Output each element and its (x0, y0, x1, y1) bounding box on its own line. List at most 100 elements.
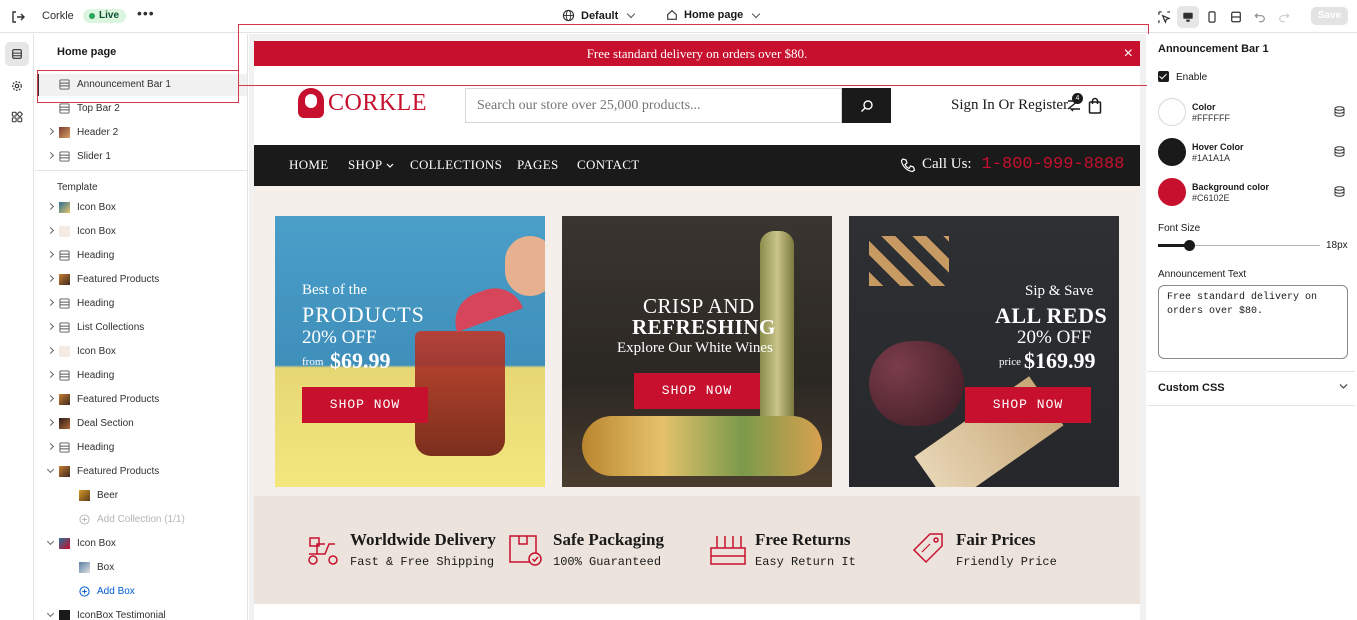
add-box-button[interactable]: Add Box (35, 581, 247, 603)
store-search-button[interactable] (842, 88, 891, 123)
close-icon[interactable]: × (1124, 41, 1133, 66)
chevron-right-icon[interactable] (46, 151, 55, 160)
enable-label: Enable (1176, 72, 1208, 83)
chevron-right-icon[interactable] (46, 127, 55, 136)
chevron-down-icon[interactable] (46, 465, 55, 474)
template-section[interactable]: List Collections (35, 317, 247, 339)
template-section[interactable]: Heading (35, 293, 247, 315)
chevron-right-icon[interactable] (46, 394, 55, 403)
template-section[interactable]: Heading (35, 245, 247, 267)
color-swatch[interactable] (1158, 98, 1186, 126)
chevron-right-icon[interactable] (46, 274, 55, 283)
template-section[interactable]: Icon Box (35, 341, 247, 363)
promo-banner-2[interactable]: CRISP AND REFRESHING Explore Our White W… (562, 216, 832, 487)
promo-banner-3[interactable]: Sip & Save ALL REDS 20% OFF price $169.9… (849, 216, 1119, 487)
chevron-right-icon[interactable] (46, 346, 55, 355)
store-name: Corkle (42, 10, 74, 22)
shop-now-button[interactable]: SHOP NOW (634, 373, 760, 409)
database-icon[interactable] (1334, 106, 1345, 117)
gear-icon (12, 81, 22, 91)
cart-bag-icon[interactable] (1088, 97, 1102, 114)
fullwidth-view-button[interactable] (1225, 6, 1247, 28)
nav-contact[interactable]: CONTACT (577, 157, 639, 173)
store-search-input[interactable] (466, 89, 842, 122)
iconbox-thumb-icon (59, 538, 70, 549)
template-section[interactable]: Featured Products (35, 269, 247, 291)
template-section[interactable]: Featured Products (35, 389, 247, 411)
page-selector[interactable]: Home page (666, 9, 761, 21)
nav-home[interactable]: HOME (289, 157, 328, 173)
template-section[interactable]: Icon Box (35, 197, 247, 219)
sections-tab[interactable] (5, 42, 29, 66)
redo-button[interactable] (1273, 6, 1295, 28)
call-us[interactable]: Call Us: 1-800-999-8888 (900, 155, 1124, 174)
template-section[interactable]: Heading (35, 437, 247, 459)
section-icon (59, 103, 70, 114)
section-announcement-bar[interactable]: Announcement Bar 1 (35, 74, 247, 96)
template-section[interactable]: Icon Box (35, 221, 247, 243)
font-size-slider[interactable] (1158, 240, 1320, 251)
chevron-right-icon[interactable] (46, 370, 55, 379)
hover-color-swatch[interactable] (1158, 138, 1186, 166)
section-label: List Collections (77, 322, 145, 333)
template-section[interactable]: Heading (35, 365, 247, 387)
undo-button[interactable] (1249, 6, 1271, 28)
theme-selector[interactable]: Default (562, 9, 636, 22)
desktop-view-button[interactable] (1177, 6, 1199, 28)
shop-now-button[interactable]: SHOP NOW (965, 387, 1091, 423)
shop-now-button[interactable]: SHOP NOW (302, 387, 428, 423)
desktop-icon (1183, 12, 1193, 22)
section-header[interactable]: Header 2 (35, 122, 247, 144)
chevron-right-icon[interactable] (46, 322, 55, 331)
chevron-down-icon[interactable] (46, 609, 55, 618)
divider (35, 170, 247, 171)
nav-pages[interactable]: PAGES (517, 157, 558, 173)
save-button[interactable]: Save (1311, 7, 1348, 25)
chevron-right-icon[interactable] (46, 226, 55, 235)
nav-collections[interactable]: COLLECTIONS (410, 157, 502, 173)
chevron-right-icon[interactable] (46, 202, 55, 211)
chevron-right-icon[interactable] (46, 298, 55, 307)
database-icon[interactable] (1334, 186, 1345, 197)
background-color-swatch[interactable] (1158, 178, 1186, 206)
section-icon (59, 370, 70, 381)
chevron-right-icon[interactable] (46, 250, 55, 259)
block-item[interactable]: Beer (35, 485, 247, 507)
theme-settings-tab[interactable] (5, 74, 29, 98)
undo-icon (1254, 13, 1265, 23)
chevron-down-icon[interactable] (46, 537, 55, 546)
section-icon (59, 442, 70, 453)
settings-title: Announcement Bar 1 (1158, 43, 1269, 55)
slider-handle[interactable] (1184, 240, 1195, 251)
template-section[interactable]: Icon Box (35, 533, 247, 555)
mobile-view-button[interactable] (1201, 6, 1223, 28)
chevron-down-icon[interactable] (1339, 383, 1348, 390)
section-label: Header 2 (77, 127, 119, 138)
section-top-bar[interactable]: Top Bar 2 (35, 98, 247, 120)
chevron-right-icon[interactable] (46, 418, 55, 427)
exit-icon[interactable] (10, 9, 26, 25)
app-embeds-tab[interactable] (5, 105, 29, 129)
inspector-button[interactable] (1153, 6, 1175, 28)
color-name: Hover Color (1192, 142, 1244, 152)
logo-text: CORKLE (328, 89, 427, 116)
account-link[interactable]: Sign In Or Register (951, 97, 1068, 114)
template-section[interactable]: Featured Products (35, 461, 247, 483)
template-heading: Template (57, 182, 98, 193)
store-logo[interactable]: CORKLE (298, 88, 427, 118)
database-icon[interactable] (1334, 146, 1345, 157)
enable-checkbox[interactable] (1158, 71, 1169, 82)
template-section[interactable]: IconBox Testimonial (35, 605, 247, 620)
block-item[interactable]: Box (35, 557, 247, 579)
template-section[interactable]: Deal Section (35, 413, 247, 435)
custom-css-label[interactable]: Custom CSS (1158, 382, 1225, 394)
promo-banner-1[interactable]: Best of the PRODUCTS 20% OFF from $69.99… (275, 216, 545, 487)
chevron-right-icon[interactable] (46, 442, 55, 451)
announcement-bar[interactable]: Free standard delivery on orders over $8… (254, 41, 1140, 66)
announcement-text-input[interactable]: Free standard delivery on orders over $8… (1158, 285, 1348, 359)
section-slider[interactable]: Slider 1 (35, 146, 247, 168)
nav-shop[interactable]: SHOP (348, 157, 394, 173)
section-label: Deal Section (77, 418, 134, 429)
add-collection-button[interactable]: Add Collection (1/1) (35, 509, 247, 531)
more-actions-icon[interactable]: ••• (137, 5, 155, 21)
